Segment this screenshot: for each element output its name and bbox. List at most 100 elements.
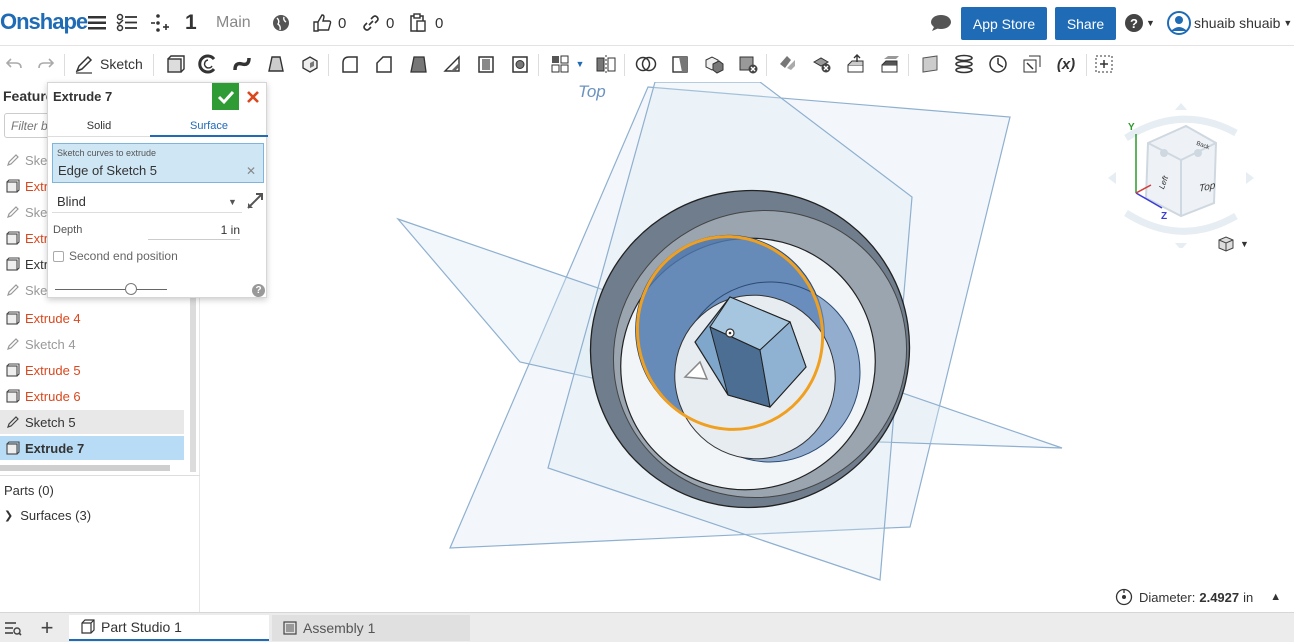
shell-tool-icon[interactable] xyxy=(474,52,498,76)
surfaces-group[interactable]: ❯ Surfaces (3) xyxy=(4,508,91,523)
rotate-right-arrow-icon[interactable] xyxy=(1246,172,1254,184)
feature-item[interactable]: Sketch 4 xyxy=(0,332,184,356)
transform-tool-icon[interactable] xyxy=(702,52,726,76)
sketch-curves-field[interactable]: Sketch curves to extrude Edge of Sketch … xyxy=(52,143,264,183)
sweep-tool-icon[interactable] xyxy=(230,52,254,76)
chamfer-tool-icon[interactable] xyxy=(372,52,396,76)
menu-icon[interactable] xyxy=(88,10,106,36)
globe-icon[interactable] xyxy=(272,10,290,36)
loft-tool-icon[interactable] xyxy=(264,52,288,76)
user-menu[interactable]: shuaib shuaib ▼ xyxy=(1167,10,1292,36)
extrude-tool-icon[interactable] xyxy=(163,52,187,76)
feature-item-selected[interactable]: Extrude 7 xyxy=(0,436,184,460)
second-end-position-option[interactable]: Second end position xyxy=(53,249,178,263)
assembly-icon xyxy=(283,621,297,635)
clear-selection-icon[interactable]: ✕ xyxy=(246,164,256,178)
top-plane-label[interactable]: Top xyxy=(578,82,606,102)
measure-expand-icon[interactable]: ▲ xyxy=(1270,591,1281,603)
feature-item[interactable]: Extrude 4 xyxy=(0,306,184,330)
help-menu[interactable]: ? ▼ xyxy=(1125,10,1155,36)
mate-connector-tool-icon[interactable] xyxy=(986,52,1010,76)
plane-tool-icon[interactable] xyxy=(918,52,942,76)
checkmark-icon xyxy=(217,90,234,104)
feature-item-active[interactable]: Sketch 5 xyxy=(0,410,184,434)
field-value: Edge of Sketch 5 xyxy=(58,163,158,178)
move-face-tool-icon[interactable] xyxy=(844,52,868,76)
delete-face-tool-icon[interactable] xyxy=(810,52,834,76)
app-store-button[interactable]: App Store xyxy=(961,7,1047,40)
slider-handle[interactable] xyxy=(125,283,137,295)
modify-fillet-tool-icon[interactable] xyxy=(776,52,800,76)
parts-heading[interactable]: Parts (0) xyxy=(4,483,54,498)
z-axis-label: Z xyxy=(1161,211,1168,222)
add-custom-feature-icon[interactable] xyxy=(1092,52,1116,76)
onshape-logo[interactable]: Onshape xyxy=(0,9,88,35)
links-button[interactable]: 0 xyxy=(362,10,394,36)
rotate-left-arrow-icon[interactable] xyxy=(1108,172,1116,184)
share-button[interactable]: Share xyxy=(1055,7,1116,40)
cancel-button[interactable] xyxy=(242,87,264,107)
accept-button[interactable] xyxy=(212,83,239,110)
rib-tool-icon[interactable] xyxy=(440,52,464,76)
measure-label: Diameter: xyxy=(1139,589,1196,605)
extrude-dialog: Extrude 7 Solid Surface Sketch curves to… xyxy=(47,82,268,298)
pattern-dropdown-icon[interactable]: ▼ xyxy=(572,52,588,76)
measurement-readout[interactable]: Diameter: 2.4927 in ▲ xyxy=(1115,588,1281,606)
second-end-label: Second end position xyxy=(69,249,178,263)
undo-icon[interactable] xyxy=(2,52,26,76)
hole-tool-icon[interactable] xyxy=(508,52,532,76)
copies-button[interactable]: 0 xyxy=(409,10,443,36)
flip-direction-icon[interactable] xyxy=(245,191,265,211)
tab-assembly[interactable]: Assembly 1 xyxy=(272,615,470,641)
feature-label: Extrude 6 xyxy=(25,388,81,404)
split-tool-icon[interactable] xyxy=(668,52,692,76)
derived-tool-icon[interactable] xyxy=(1020,52,1044,76)
replace-face-tool-icon[interactable] xyxy=(878,52,902,76)
tab-surface[interactable]: Surface xyxy=(150,115,268,137)
second-end-checkbox[interactable] xyxy=(53,250,64,262)
end-type-select[interactable]: Blind ▼ xyxy=(52,191,242,213)
extrude-icon xyxy=(6,231,20,245)
view-cube[interactable]: Y Z Top Left Back xyxy=(1106,98,1256,250)
help-icon[interactable]: ? xyxy=(252,284,265,297)
tab-solid[interactable]: Solid xyxy=(48,115,150,137)
draft-tool-icon[interactable] xyxy=(406,52,430,76)
variable-tool-button[interactable]: (x) xyxy=(1052,52,1080,76)
insert-icon[interactable] xyxy=(148,10,170,36)
extrude-icon xyxy=(6,257,20,271)
sketch-icon xyxy=(7,154,19,166)
rotate-up-arrow-icon[interactable] xyxy=(1175,103,1187,110)
rotate-down-arrow-icon[interactable] xyxy=(1175,243,1187,250)
sketch-icon xyxy=(7,284,19,296)
end-type-chevron-icon: ▼ xyxy=(228,196,237,207)
transparency-slider[interactable] xyxy=(55,289,167,290)
delete-part-tool-icon[interactable] xyxy=(736,52,760,76)
add-tab-icon[interactable]: + xyxy=(37,615,57,640)
graphics-viewport[interactable]: Top Y Z Top Left Back ▼ Diameter: 2.4927… xyxy=(200,82,1294,612)
sketch-button[interactable]: Sketch xyxy=(74,52,146,76)
like-button[interactable]: 0 xyxy=(312,10,346,36)
revolve-tool-icon[interactable] xyxy=(196,52,220,76)
view-options-menu[interactable]: ▼ xyxy=(1217,235,1249,253)
version-count[interactable]: 1 xyxy=(185,10,197,36)
toolbar-divider xyxy=(624,54,625,76)
mirror-tool-icon[interactable] xyxy=(594,52,618,76)
feature-item[interactable]: Extrude 6 xyxy=(0,384,184,408)
feature-list-icon[interactable] xyxy=(116,10,138,36)
user-name: shuaib shuaib xyxy=(1194,15,1281,31)
redo-icon[interactable] xyxy=(34,52,58,76)
tab-part-studio[interactable]: Part Studio 1 xyxy=(69,615,269,641)
helix-tool-icon[interactable] xyxy=(952,52,976,76)
boolean-tool-icon[interactable] xyxy=(634,52,658,76)
depth-input[interactable] xyxy=(148,220,240,240)
horizontal-scrollbar[interactable] xyxy=(0,465,170,471)
feature-item[interactable]: Extrude 5 xyxy=(0,358,184,382)
thicken-tool-icon[interactable] xyxy=(298,52,322,76)
comments-icon[interactable] xyxy=(930,10,952,36)
tab-manager-icon[interactable] xyxy=(4,619,22,637)
surfaces-label: Surfaces (3) xyxy=(20,508,92,523)
cube-view-icon xyxy=(1218,236,1234,252)
branch-name[interactable]: Main xyxy=(216,10,251,36)
pattern-tool-icon[interactable] xyxy=(548,52,572,76)
fillet-tool-icon[interactable] xyxy=(338,52,362,76)
